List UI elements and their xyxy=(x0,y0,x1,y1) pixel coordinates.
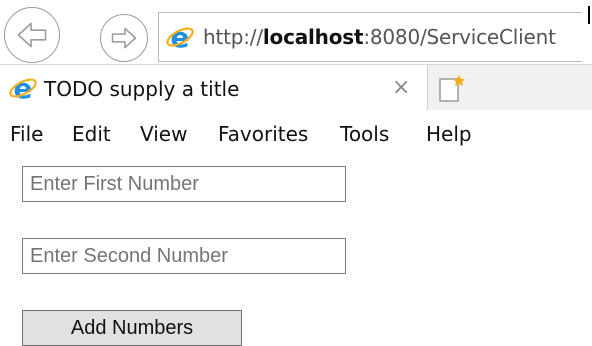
tab-strip: e TODO supply a title × xyxy=(0,64,592,111)
menu-file[interactable]: File xyxy=(10,122,43,146)
add-numbers-button[interactable]: Add Numbers xyxy=(22,310,242,346)
url-text: http://localhost:8080/ServiceClient xyxy=(203,25,556,49)
svg-text:e: e xyxy=(14,73,33,103)
ie-logo-icon: e xyxy=(166,22,194,52)
tab-title: TODO supply a title xyxy=(44,77,240,101)
menu-tools[interactable]: Tools xyxy=(340,122,389,146)
second-number-input[interactable] xyxy=(22,238,346,274)
svg-text:e: e xyxy=(171,22,190,52)
new-tab-icon[interactable] xyxy=(432,73,470,105)
address-bar-row: e http://localhost:8080/ServiceClient xyxy=(0,0,592,64)
arrow-right-icon xyxy=(111,27,137,49)
forward-button[interactable] xyxy=(100,14,148,62)
menu-edit[interactable]: Edit xyxy=(72,122,111,146)
menu-bar: File Edit View Favorites Tools Help xyxy=(0,110,592,158)
arrow-left-icon xyxy=(17,22,47,48)
toolbar-edge xyxy=(582,0,592,64)
tab-active[interactable]: e TODO supply a title × xyxy=(0,65,428,111)
tab-close-button[interactable]: × xyxy=(392,75,410,100)
tab-favicon-icon: e xyxy=(9,73,37,103)
address-bar[interactable]: e http://localhost:8080/ServiceClient xyxy=(158,12,592,62)
menu-help[interactable]: Help xyxy=(426,122,472,146)
menu-favorites[interactable]: Favorites xyxy=(218,122,308,146)
back-button[interactable] xyxy=(4,7,60,63)
menu-view[interactable]: View xyxy=(140,122,187,146)
first-number-input[interactable] xyxy=(22,166,346,202)
